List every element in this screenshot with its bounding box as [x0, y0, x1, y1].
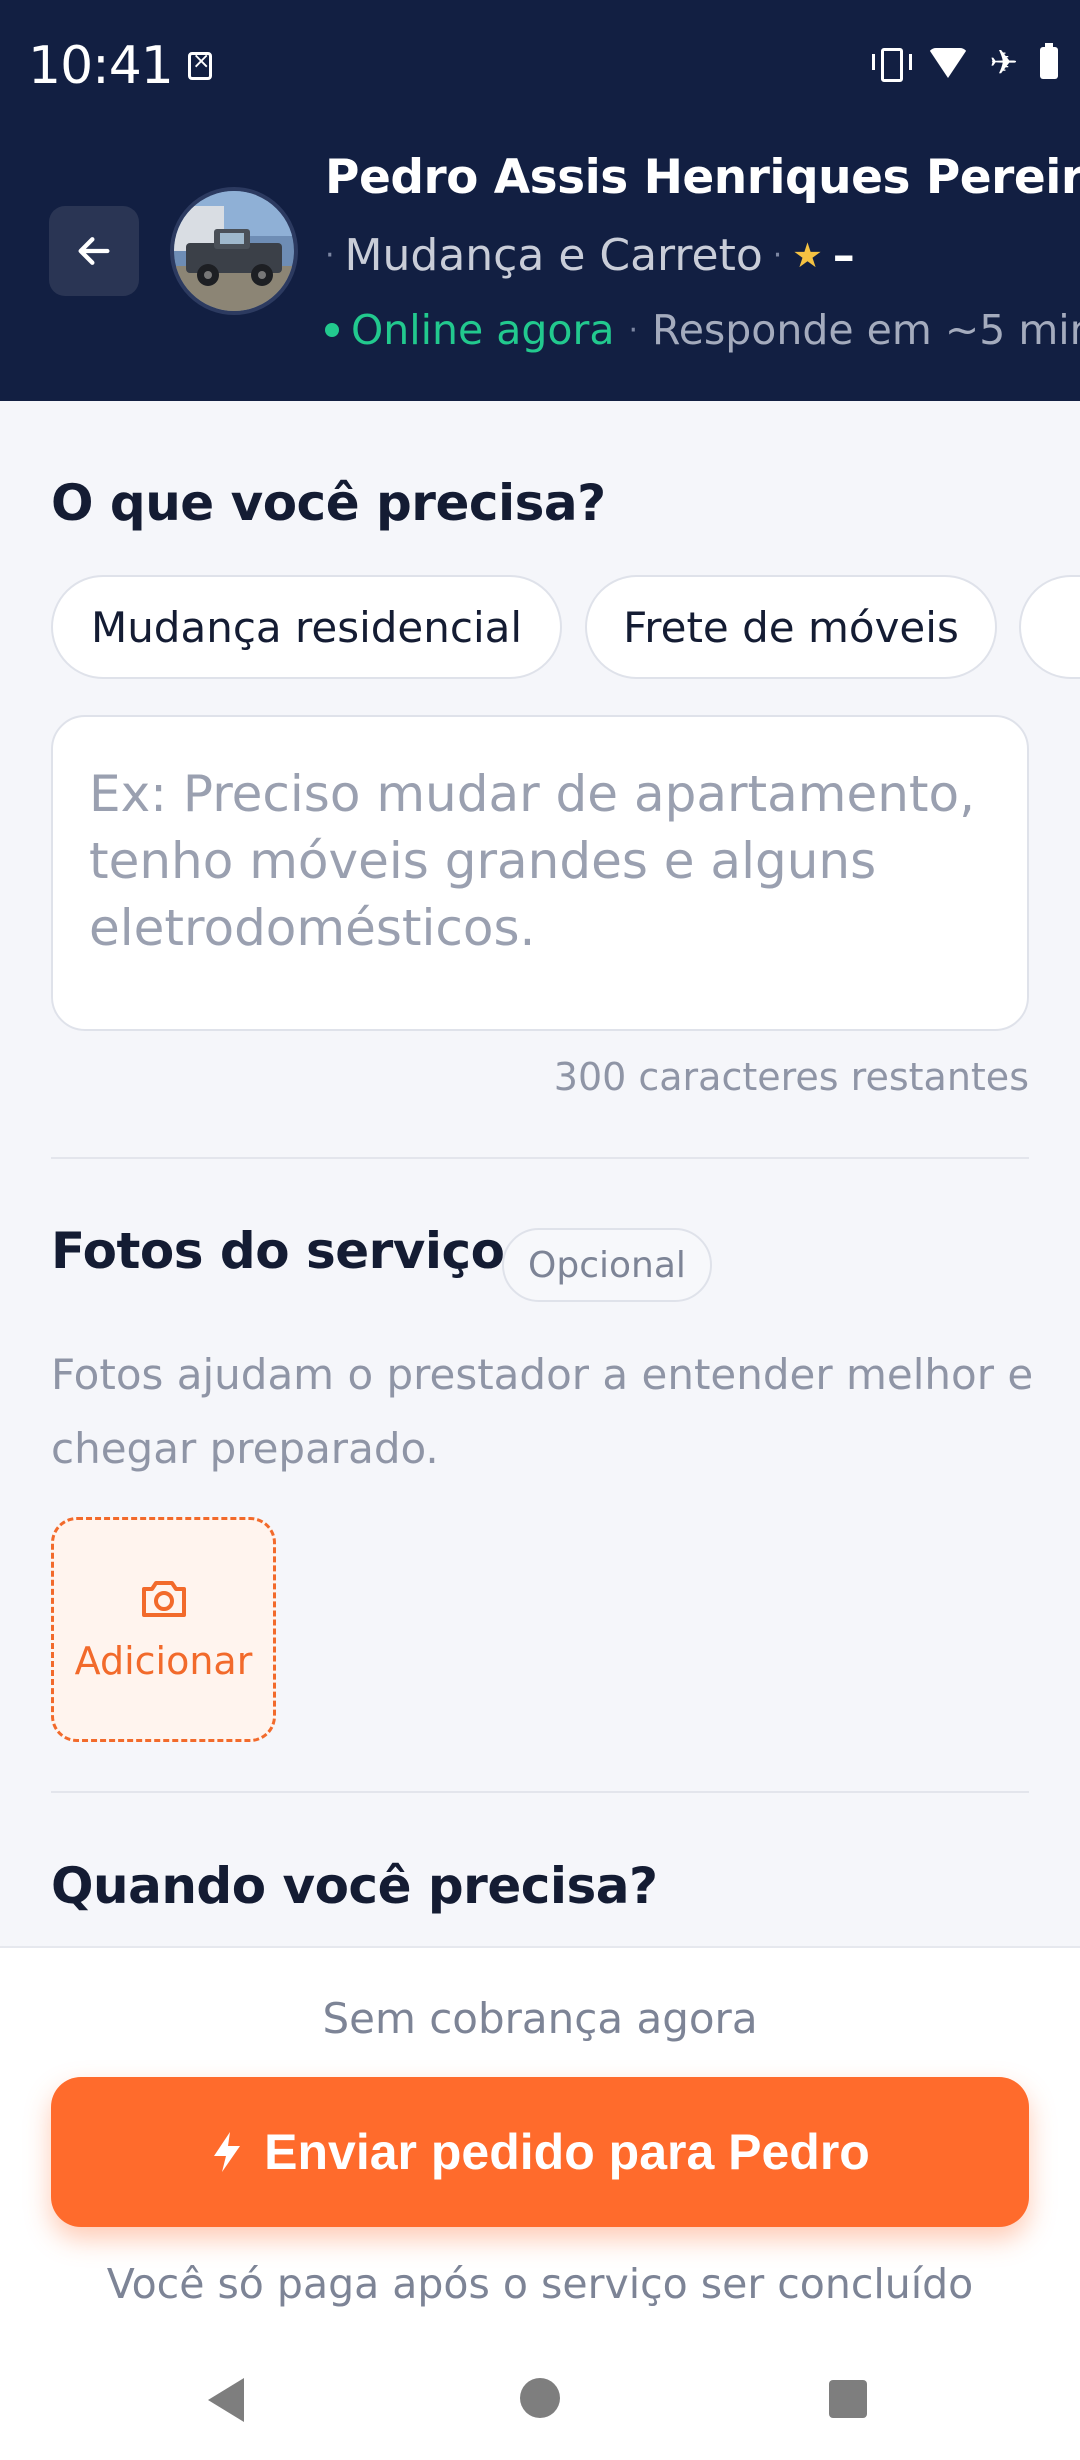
provider-status: Online agora · Responde em ~5 min [325, 306, 1080, 354]
status-separator: · [628, 312, 639, 348]
photos-description: Fotos ajudam o prestador a entender melh… [51, 1350, 1034, 1473]
vibrate-icon [871, 46, 912, 82]
star-icon: ★ [792, 235, 823, 276]
response-time: Responde em ~5 min [652, 306, 1080, 354]
no-charge-note: Sem cobrança agora [322, 1994, 758, 2043]
payment-note: Você só paga após o serviço ser concluíd… [106, 2260, 974, 2308]
lightning-icon [214, 2132, 241, 2172]
needs-title: O que você precisa? [51, 474, 606, 532]
arrow-left-icon [78, 237, 110, 265]
send-request-button[interactable]: Enviar pedido para Pedro [51, 2077, 1029, 2227]
battery-icon [1040, 43, 1058, 79]
when-title: Quando você precisa? [51, 1857, 658, 1915]
chip-partial[interactable] [1019, 575, 1080, 679]
status-icons: ✈ [871, 43, 1058, 83]
camera-icon [141, 1580, 186, 1617]
status-time: 10:41 [28, 36, 174, 96]
nav-recents-icon[interactable] [829, 2380, 867, 2418]
provider-category: Mudança e Carreto [344, 230, 763, 281]
wifi-icon [927, 48, 968, 78]
back-button[interactable] [49, 206, 139, 296]
online-indicator-icon [325, 323, 339, 337]
notification-icon [188, 49, 212, 80]
footer: Sem cobrança agora Enviar pedido para Pe… [0, 1946, 1080, 2460]
airplane-icon: ✈ [989, 43, 1019, 83]
optional-badge: Opcional [502, 1228, 712, 1302]
char-count: 300 caracteres restantes [553, 1055, 1029, 1099]
send-request-label: Enviar pedido para Pedro [264, 2124, 870, 2180]
chip-frete-moveis[interactable]: Frete de móveis [585, 575, 997, 679]
meta-separator: · [772, 238, 783, 273]
provider-name: Pedro Assis Henriques Pereira [325, 150, 1080, 205]
photos-title: Fotos do serviço [51, 1222, 505, 1280]
provider-meta: · Mudança e Carreto · ★ – [325, 230, 855, 281]
provider-avatar [170, 187, 298, 315]
provider-header: 10:41 ✈ Pedro Assis Henriques Pere [0, 0, 1080, 401]
section-divider [51, 1791, 1029, 1793]
nav-back-icon[interactable] [208, 2378, 244, 2422]
add-photo-button[interactable]: Adicionar [51, 1517, 276, 1742]
online-status: Online agora [351, 306, 615, 354]
meta-separator: · [325, 238, 335, 273]
chip-mudanca-residencial[interactable]: Mudança residencial [51, 575, 562, 679]
add-photo-label: Adicionar [74, 1638, 253, 1683]
description-input[interactable] [51, 715, 1029, 1031]
section-divider [51, 1157, 1029, 1159]
provider-rating: – [832, 230, 855, 281]
status-bar: 10:41 ✈ [0, 0, 1080, 135]
nav-home-icon[interactable] [520, 2378, 560, 2418]
